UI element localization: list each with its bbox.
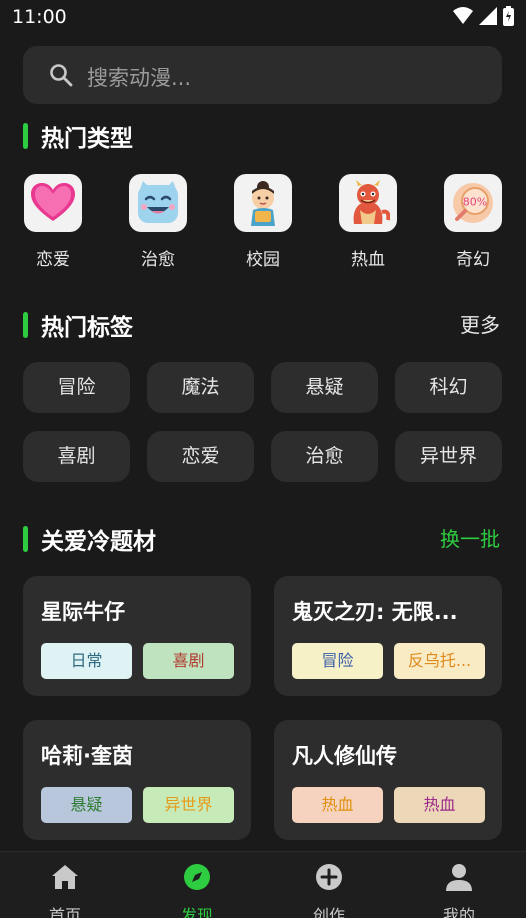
smiling-face-icon <box>129 174 187 232</box>
category-item-healing[interactable]: 治愈 <box>118 174 198 270</box>
anime-tag-chip[interactable]: 悬疑 <box>41 787 132 823</box>
category-label: 奇幻 <box>456 250 490 270</box>
tag-chip[interactable]: 冒险 <box>23 362 130 413</box>
anime-card-title: 鬼灭之刃: 无限... <box>292 600 458 624</box>
tag-chip[interactable]: 魔法 <box>147 362 254 413</box>
tab-label: 发现 <box>180 906 213 918</box>
search-bar[interactable]: 搜索动漫... <box>23 46 502 104</box>
niche-header: 关爱冷题材 <box>23 522 156 556</box>
anime-tag-chip[interactable]: 热血 <box>292 787 383 823</box>
category-label: 校园 <box>246 250 280 270</box>
bottom-tab-bar: 首页 发现 创作 我的 <box>0 851 526 918</box>
status-time: 11:00 <box>12 6 67 28</box>
signal-icon <box>479 7 497 25</box>
hot-tags-title: 热门标签 <box>41 315 133 341</box>
tab-label: 首页 <box>48 906 81 918</box>
category-item-love[interactable]: 恋爱 <box>13 174 93 270</box>
compass-icon <box>184 864 210 890</box>
anime-tag-chip[interactable]: 反乌托... <box>394 643 485 679</box>
category-item-campus[interactable]: 校园 <box>223 174 303 270</box>
tag-chip[interactable]: 恋爱 <box>147 431 254 482</box>
magnifier-80-icon: 80% <box>444 174 502 232</box>
tab-home[interactable]: 首页 <box>25 862 105 918</box>
category-item-hot-blooded[interactable]: 热血 <box>328 174 408 270</box>
anime-tag-chip[interactable]: 热血 <box>394 787 485 823</box>
refresh-button[interactable]: 换一批 <box>440 523 500 552</box>
anime-card[interactable]: 哈莉·奎茵 悬疑 异世界 <box>23 720 251 840</box>
more-tags-link[interactable]: 更多 <box>460 309 500 338</box>
tab-label: 创作 <box>312 906 345 918</box>
search-placeholder: 搜索动漫... <box>87 66 192 90</box>
search-icon <box>50 64 73 87</box>
student-icon <box>234 174 292 232</box>
dragon-icon <box>339 174 397 232</box>
section-accent-bar <box>23 526 28 552</box>
section-accent-bar <box>23 123 28 149</box>
hot-categories-title: 热门类型 <box>41 126 133 152</box>
status-icons <box>453 6 514 26</box>
fantasy-icon-text: 80% <box>463 196 487 209</box>
tab-label: 我的 <box>442 906 475 918</box>
category-label: 治愈 <box>141 250 175 270</box>
anime-card-title: 星际牛仔 <box>41 600 125 624</box>
anime-tag-chip[interactable]: 喜剧 <box>143 643 234 679</box>
wifi-icon <box>453 7 473 24</box>
tab-create[interactable]: 创作 <box>289 862 369 918</box>
hot-categories-list: 恋爱 治愈 校园 热血 80% 奇幻 <box>0 174 526 274</box>
anime-card-title: 哈莉·奎茵 <box>41 744 133 768</box>
tab-discover[interactable]: 发现 <box>157 862 237 918</box>
hot-tags-header: 热门标签 <box>23 308 133 342</box>
anime-card[interactable]: 鬼灭之刃: 无限... 冒险 反乌托... <box>274 576 502 696</box>
hot-categories-header: 热门类型 <box>23 119 133 153</box>
tag-chip[interactable]: 异世界 <box>395 431 502 482</box>
status-bar: 11:00 <box>0 0 526 36</box>
tab-mine[interactable]: 我的 <box>419 862 499 918</box>
anime-tag-chip[interactable]: 日常 <box>41 643 132 679</box>
anime-card[interactable]: 星际牛仔 日常 喜剧 <box>23 576 251 696</box>
category-label: 热血 <box>351 250 385 270</box>
category-item-fantasy[interactable]: 80% 奇幻 <box>433 174 513 270</box>
section-accent-bar <box>23 312 28 338</box>
niche-title: 关爱冷题材 <box>41 529 156 555</box>
category-label: 恋爱 <box>36 250 70 270</box>
plus-circle-icon <box>316 864 342 890</box>
tag-chip[interactable]: 治愈 <box>271 431 378 482</box>
person-icon <box>446 864 472 891</box>
anime-tag-chip[interactable]: 冒险 <box>292 643 383 679</box>
tag-chip[interactable]: 悬疑 <box>271 362 378 413</box>
tag-chip[interactable]: 喜剧 <box>23 431 130 482</box>
anime-card[interactable]: 凡人修仙传 热血 热血 <box>274 720 502 840</box>
home-icon <box>52 865 78 889</box>
anime-card-title: 凡人修仙传 <box>292 744 397 768</box>
anime-tag-chip[interactable]: 异世界 <box>143 787 234 823</box>
tag-chip[interactable]: 科幻 <box>395 362 502 413</box>
heart-icon <box>24 174 82 232</box>
battery-icon <box>503 6 514 26</box>
